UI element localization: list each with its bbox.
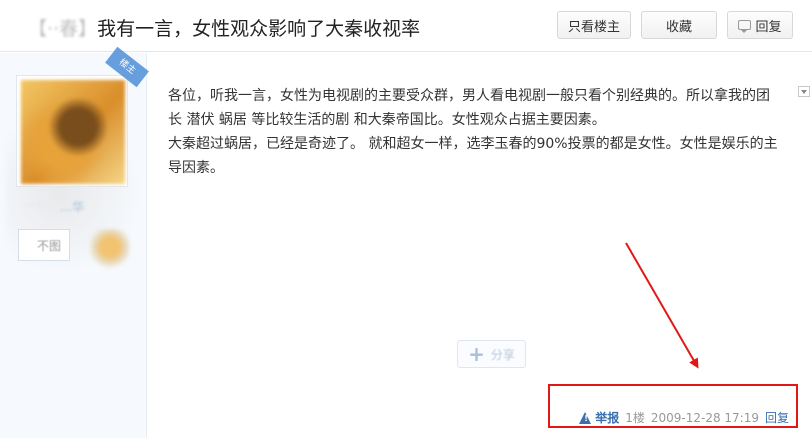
only-op-label: 只看楼主 [567, 19, 620, 35]
thread-title: 【··春】我有一言，女性观众影响了大秦收视率 [28, 14, 420, 41]
author-sidebar: 楼主 ·· ·· …华 不图 [0, 46, 149, 438]
post-menu-dropdown[interactable] [798, 86, 810, 97]
user-badge-icon [90, 229, 130, 269]
avatar-image [21, 80, 125, 184]
reply-label: 回复 [755, 19, 782, 35]
follow-button[interactable]: 不图 [18, 229, 70, 261]
username-blur-fragment: ·· ·· [26, 198, 46, 212]
title-text: 我有一言，女性观众影响了大秦收视率 [97, 18, 421, 40]
post-content: 各位，听我一言，女性为电视剧的主要受众群，男人看电视剧一般只看个别经典的。所以拿… [168, 84, 786, 180]
post-paragraph: 各位，听我一言，女性为电视剧的主要受众群，男人看电视剧一般只看个别经典的。所以拿… [168, 88, 770, 128]
post-meta: 举报 1楼 2009-12-28 17:19 回复 [579, 409, 789, 426]
share-button[interactable]: + 分享 [457, 340, 526, 368]
post-footer-highlight: 举报 1楼 2009-12-28 17:19 回复 [548, 384, 798, 428]
title-prefix-blurred: 【··春】 [28, 18, 98, 40]
share-label: 分享 [490, 347, 515, 362]
post-header: 【··春】我有一言，女性观众影响了大秦收视率 只看楼主 收藏 回复 [0, 0, 812, 52]
favorite-label: 收藏 [665, 19, 692, 35]
reply-button[interactable]: 回复 [727, 11, 793, 39]
favorite-button[interactable]: 收藏 [641, 11, 717, 39]
floor-number: 1楼 [625, 411, 645, 425]
comment-icon [738, 20, 752, 33]
username-blurred[interactable]: …华 [60, 198, 84, 215]
reply-link[interactable]: 回复 [765, 409, 789, 426]
avatar[interactable] [16, 75, 128, 187]
annotation-arrow [625, 242, 699, 369]
follow-label: 不图 [37, 239, 62, 253]
post-paragraph: 大秦超过蜗居，已经是奇迹了。 就和超女一样，选李玉春的90%投票的都是女性。女性… [168, 136, 778, 176]
plus-icon: + [468, 342, 485, 366]
only-op-button[interactable]: 只看楼主 [557, 11, 631, 39]
warning-icon [579, 411, 592, 424]
report-link[interactable]: 举报 [595, 409, 619, 426]
post-timestamp: 2009-12-28 17:19 [650, 410, 759, 425]
